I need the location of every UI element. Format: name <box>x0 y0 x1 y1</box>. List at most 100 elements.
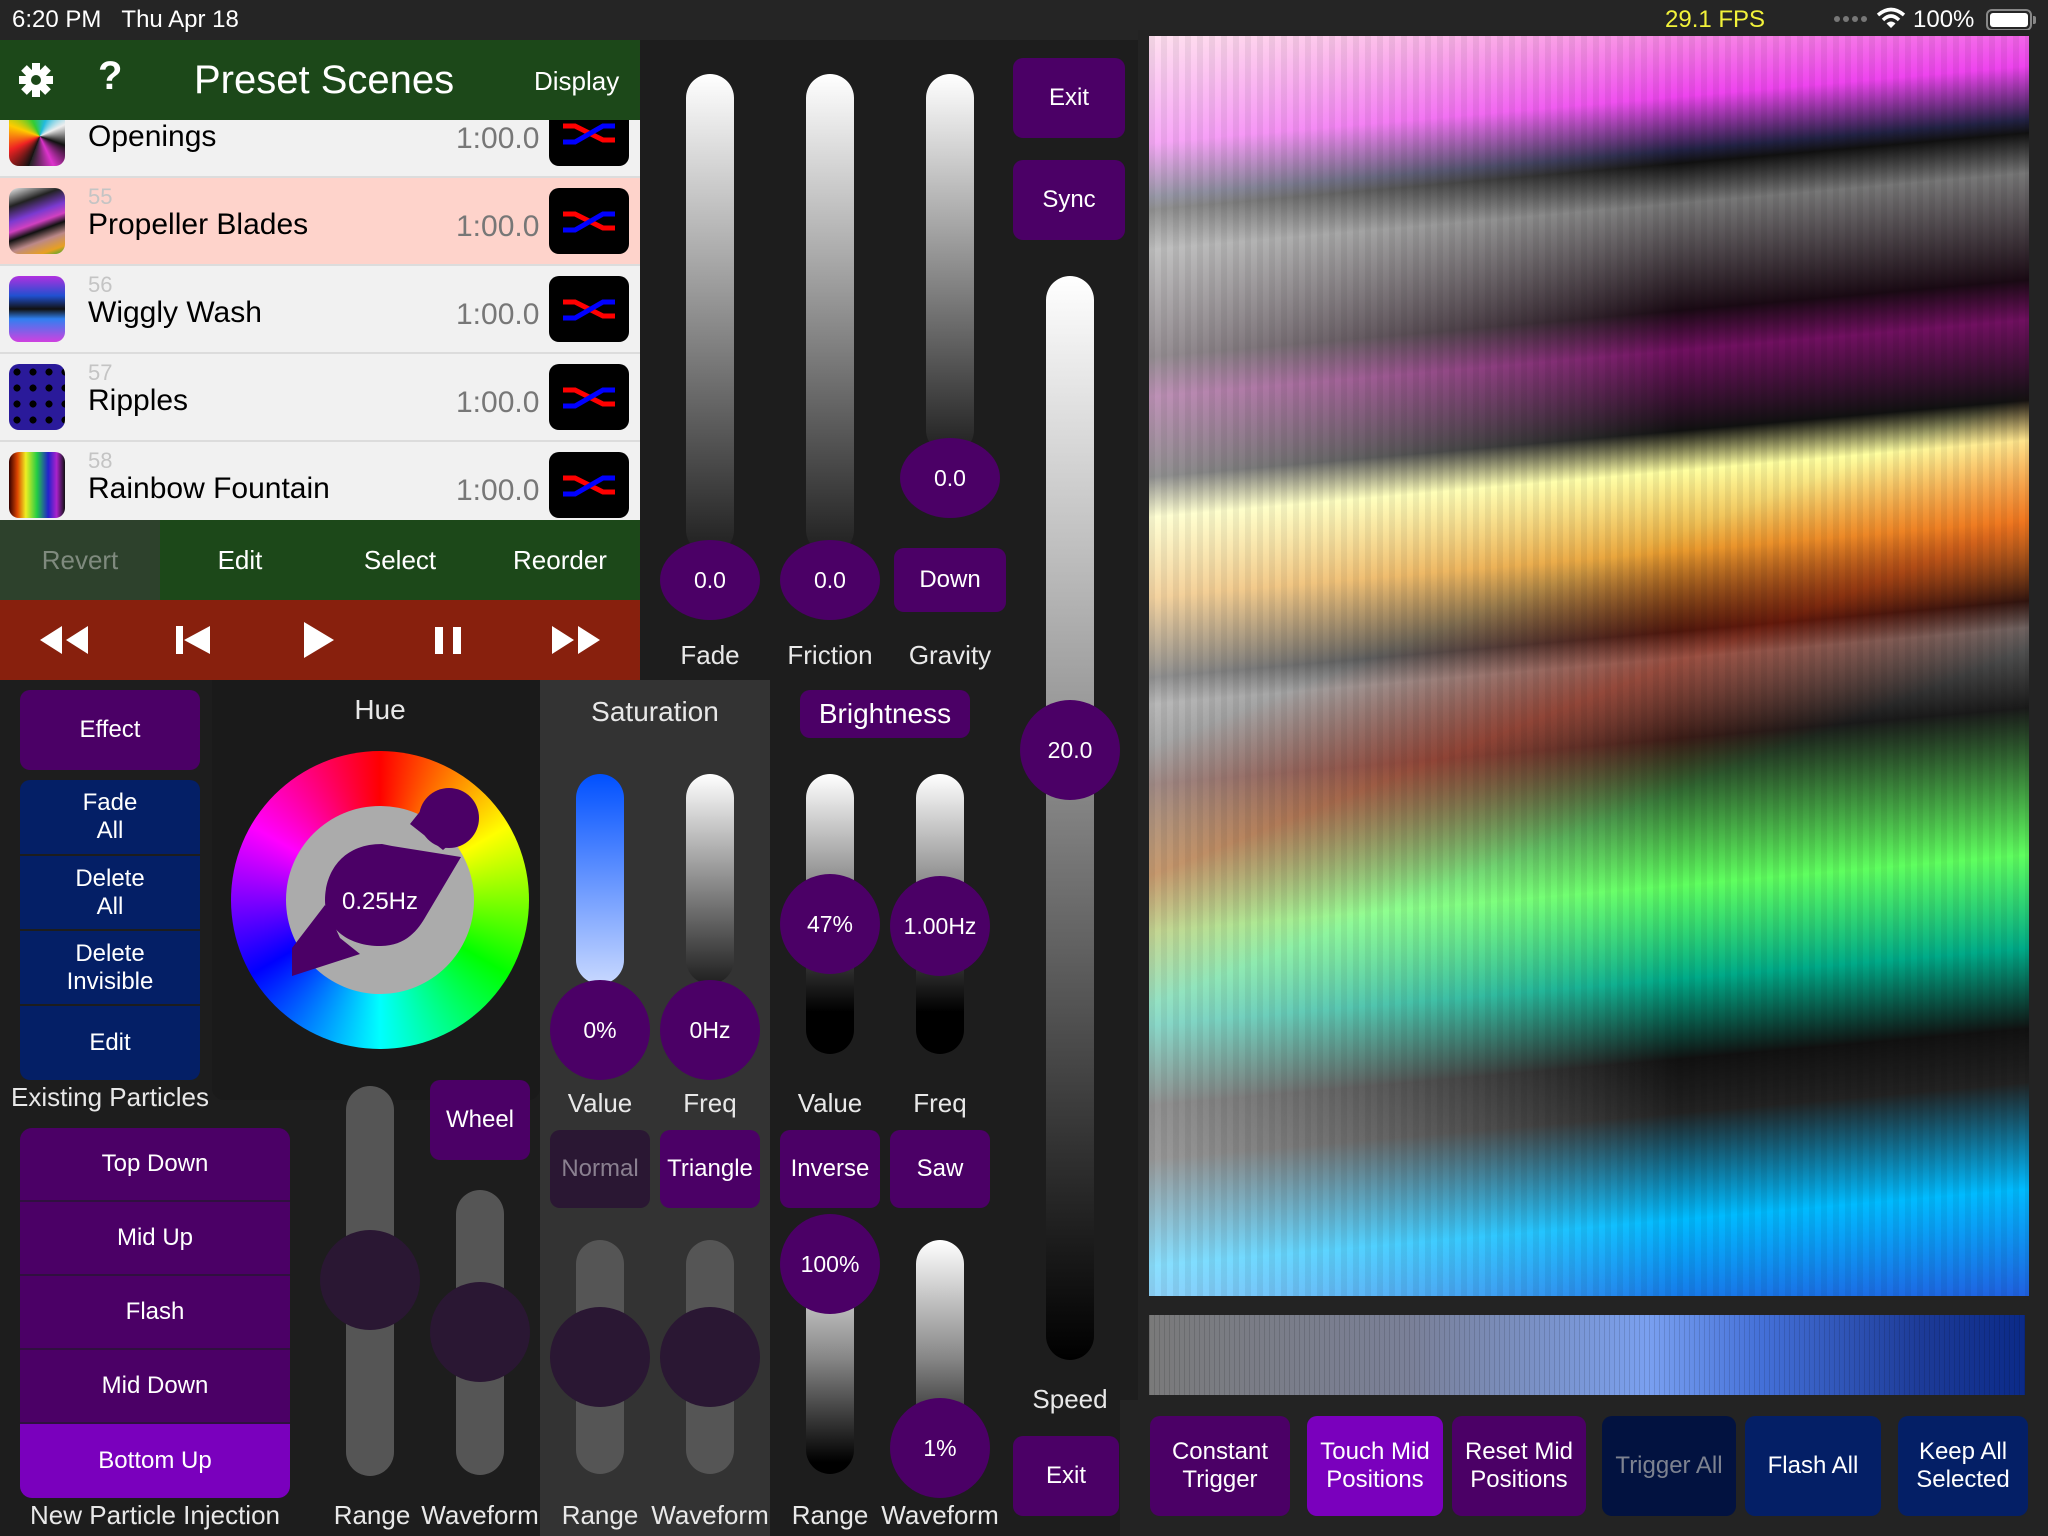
saturation-waveform-knob[interactable] <box>660 1307 760 1407</box>
scene-toolbar: Revert Edit Select Reorder <box>0 520 640 600</box>
battery-tip <box>2033 16 2036 24</box>
hue-range-knob[interactable] <box>320 1230 420 1330</box>
play-icon[interactable] <box>290 618 350 662</box>
scene-name: Wiggly Wash <box>88 296 262 329</box>
led-strip-preview <box>1149 1315 2025 1395</box>
sync-button[interactable]: Sync <box>1013 160 1125 240</box>
brightness-freq-knob[interactable]: 1.00Hz <box>890 876 990 976</box>
friction-slider-track[interactable] <box>806 74 854 554</box>
scene-number: 55 <box>88 184 113 209</box>
hue-wheel[interactable]: 0.25Hz <box>230 750 530 1050</box>
saturation-range-label: Range <box>561 1500 639 1530</box>
brightness-mode-button[interactable]: Inverse <box>780 1130 880 1208</box>
mid-up-button[interactable]: Mid Up <box>20 1202 290 1274</box>
revert-button[interactable]: Revert <box>0 520 160 600</box>
saturation-value-knob[interactable]: 0% <box>550 980 650 1080</box>
scene-list[interactable]: 54 Openings 1:00.0 55 Propeller Blades 1… <box>0 120 640 520</box>
injection-caption: New Particle Injection <box>30 1500 280 1530</box>
speed-slider-knob[interactable]: 20.0 <box>1020 700 1120 800</box>
saturation-waveform-button[interactable]: Triangle <box>660 1130 760 1208</box>
scene-number: 58 <box>88 448 113 473</box>
brightness-freq-label: Freq <box>913 1088 967 1118</box>
effect-button[interactable]: Effect <box>20 690 200 770</box>
edit-button[interactable]: Edit <box>180 520 300 600</box>
skip-back-icon[interactable] <box>162 618 222 662</box>
reorder-button[interactable]: Reorder <box>500 520 620 600</box>
gravity-slider-knob[interactable]: 0.0 <box>900 438 1000 518</box>
saturation-waveform-label: Waveform <box>651 1500 769 1530</box>
saturation-value-label: Value <box>567 1088 633 1118</box>
scene-number: 56 <box>88 272 113 297</box>
keep-all-selected-button[interactable]: Keep All Selected <box>1898 1416 2028 1516</box>
scenes-header: ? Preset Scenes Display <box>0 40 640 120</box>
existing-edit-button[interactable]: Edit <box>20 1006 200 1080</box>
help-button[interactable]: ? <box>98 54 122 99</box>
display-button[interactable]: Display <box>534 66 619 97</box>
flash-button[interactable]: Flash <box>20 1276 290 1348</box>
scene-thumbnail <box>9 120 65 166</box>
scene-row[interactable]: 56 Wiggly Wash 1:00.0 <box>0 266 640 354</box>
brightness-waveform-knob[interactable]: 1% <box>890 1398 990 1498</box>
saturation-freq-track[interactable] <box>686 774 734 984</box>
saturation-freq-label: Freq <box>683 1088 737 1118</box>
scene-row[interactable]: 54 Openings 1:00.0 <box>0 120 640 178</box>
scene-row[interactable]: 58 Rainbow Fountain 1:00.0 <box>0 442 640 520</box>
friction-slider-knob[interactable]: 0.0 <box>780 540 880 620</box>
fast-forward-icon[interactable] <box>544 618 604 662</box>
bottom-up-button[interactable]: Bottom Up <box>20 1424 290 1498</box>
gravity-slider-track[interactable] <box>926 74 974 454</box>
top-down-button[interactable]: Top Down <box>20 1128 290 1200</box>
page-title: Preset Scenes <box>194 58 455 102</box>
fade-slider-knob[interactable]: 0.0 <box>660 540 760 620</box>
brightness-waveform-button[interactable]: Saw <box>890 1130 990 1208</box>
scene-duration: 1:00.0 <box>456 474 540 507</box>
pause-icon[interactable] <box>418 618 478 662</box>
saturation-mode-button[interactable]: Normal <box>550 1130 650 1208</box>
gravity-label: Gravity <box>908 640 992 670</box>
fade-slider-track[interactable] <box>686 74 734 554</box>
hue-range-label: Range <box>333 1500 411 1530</box>
crossfade-icon[interactable] <box>549 364 629 430</box>
crossfade-icon[interactable] <box>549 452 629 518</box>
scene-thumbnail <box>9 276 65 342</box>
brightness-value-knob[interactable]: 47% <box>780 874 880 974</box>
scene-thumbnail <box>9 364 65 430</box>
hue-waveform-knob[interactable] <box>430 1282 530 1382</box>
delete-invisible-button[interactable]: Delete Invisible <box>20 931 200 1004</box>
select-button[interactable]: Select <box>340 520 460 600</box>
delete-all-button[interactable]: Delete All <box>20 856 200 929</box>
friction-label: Friction <box>787 640 873 670</box>
scene-row[interactable]: 57 Ripples 1:00.0 <box>0 354 640 442</box>
speed-slider-track[interactable] <box>1046 276 1094 1360</box>
speed-label: Speed <box>1032 1384 1108 1414</box>
fade-all-button[interactable]: Fade All <box>20 780 200 854</box>
led-preview-canvas[interactable] <box>1149 36 2029 1296</box>
trigger-all-button[interactable]: Trigger All <box>1602 1416 1736 1516</box>
saturation-freq-knob[interactable]: 0Hz <box>660 980 760 1080</box>
crossfade-icon[interactable] <box>549 120 629 166</box>
crossfade-icon[interactable] <box>549 276 629 342</box>
saturation-value-track[interactable] <box>576 774 624 984</box>
battery-icon <box>1986 9 2032 31</box>
exit-bottom-button[interactable]: Exit <box>1013 1436 1119 1516</box>
brightness-title-button[interactable]: Brightness <box>800 690 970 738</box>
rewind-icon[interactable] <box>36 618 96 662</box>
constant-trigger-button[interactable]: Constant Trigger <box>1150 1416 1290 1516</box>
gear-icon[interactable] <box>16 60 56 100</box>
flash-all-button[interactable]: Flash All <box>1745 1416 1881 1516</box>
scene-thumbnail <box>9 188 65 254</box>
scene-row[interactable]: 55 Propeller Blades 1:00.0 <box>0 178 640 266</box>
mid-down-button[interactable]: Mid Down <box>20 1350 290 1422</box>
brightness-waveform-label: Waveform <box>881 1500 999 1530</box>
brightness-value-label: Value <box>797 1088 863 1118</box>
brightness-range-knob[interactable]: 100% <box>780 1214 880 1314</box>
hue-freq-readout: 0.25Hz <box>342 888 418 915</box>
saturation-range-knob[interactable] <box>550 1307 650 1407</box>
exit-top-button[interactable]: Exit <box>1013 58 1125 138</box>
touch-mid-positions-button[interactable]: Touch Mid Positions <box>1307 1416 1443 1516</box>
scene-thumbnail <box>9 452 65 518</box>
hue-mode-button[interactable]: Wheel <box>430 1080 530 1160</box>
reset-mid-positions-button[interactable]: Reset Mid Positions <box>1452 1416 1586 1516</box>
gravity-direction-button[interactable]: Down <box>894 548 1006 612</box>
crossfade-icon[interactable] <box>549 188 629 254</box>
